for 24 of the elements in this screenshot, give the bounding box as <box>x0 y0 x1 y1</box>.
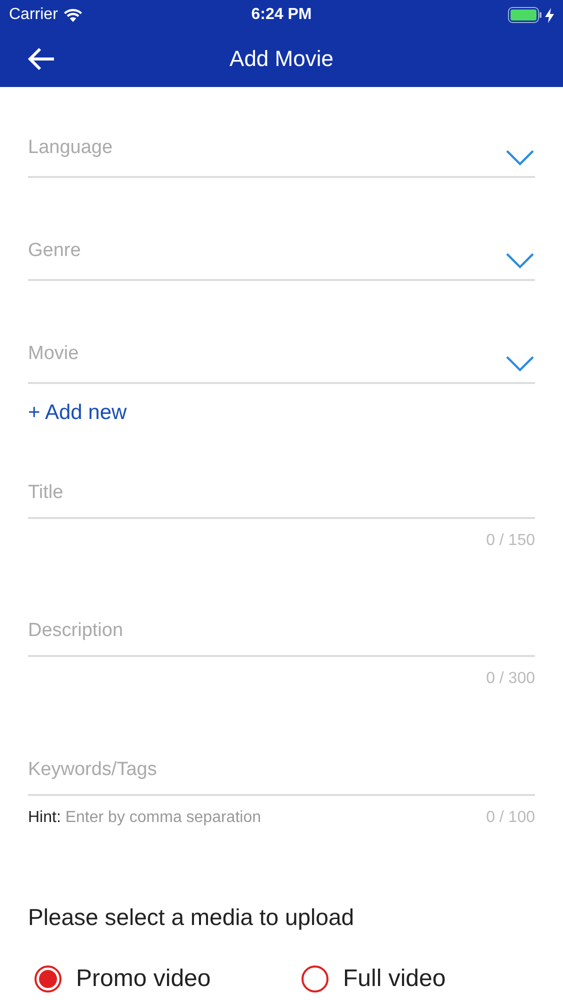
character-counter: 0 / 150 <box>486 531 535 551</box>
hint-text: Hint: Enter by comma separation <box>28 808 261 828</box>
clock-text: 6:24 PM <box>251 5 312 25</box>
screen-title: Add Movie <box>230 45 334 73</box>
dropdown-field[interactable]: Movie <box>28 281 535 384</box>
add-new-link[interactable]: + Add new <box>28 396 127 428</box>
text-input-field[interactable]: Title <box>28 441 535 519</box>
back-arrow-icon <box>27 46 55 70</box>
character-counter: 0 / 100 <box>486 808 535 828</box>
text-input-field[interactable]: Description <box>28 569 535 657</box>
radio-option[interactable]: Promo video <box>34 960 301 996</box>
chevron-down-icon <box>506 253 534 269</box>
dropdown-field[interactable]: Genre <box>28 178 535 281</box>
text-input-field[interactable]: Keywords/Tags <box>28 707 535 796</box>
wifi-icon <box>64 8 82 22</box>
radio-option[interactable]: Full video <box>301 960 446 996</box>
battery-icon <box>508 7 542 23</box>
chevron-down-icon <box>506 356 534 372</box>
chevron-down-icon <box>506 150 534 166</box>
dropdown-field[interactable]: Language <box>28 87 535 178</box>
charging-icon <box>545 8 554 22</box>
media-heading: Please select a media to upload <box>28 903 356 932</box>
character-counter: 0 / 300 <box>486 669 535 689</box>
carrier-text: Carrier <box>9 5 58 25</box>
